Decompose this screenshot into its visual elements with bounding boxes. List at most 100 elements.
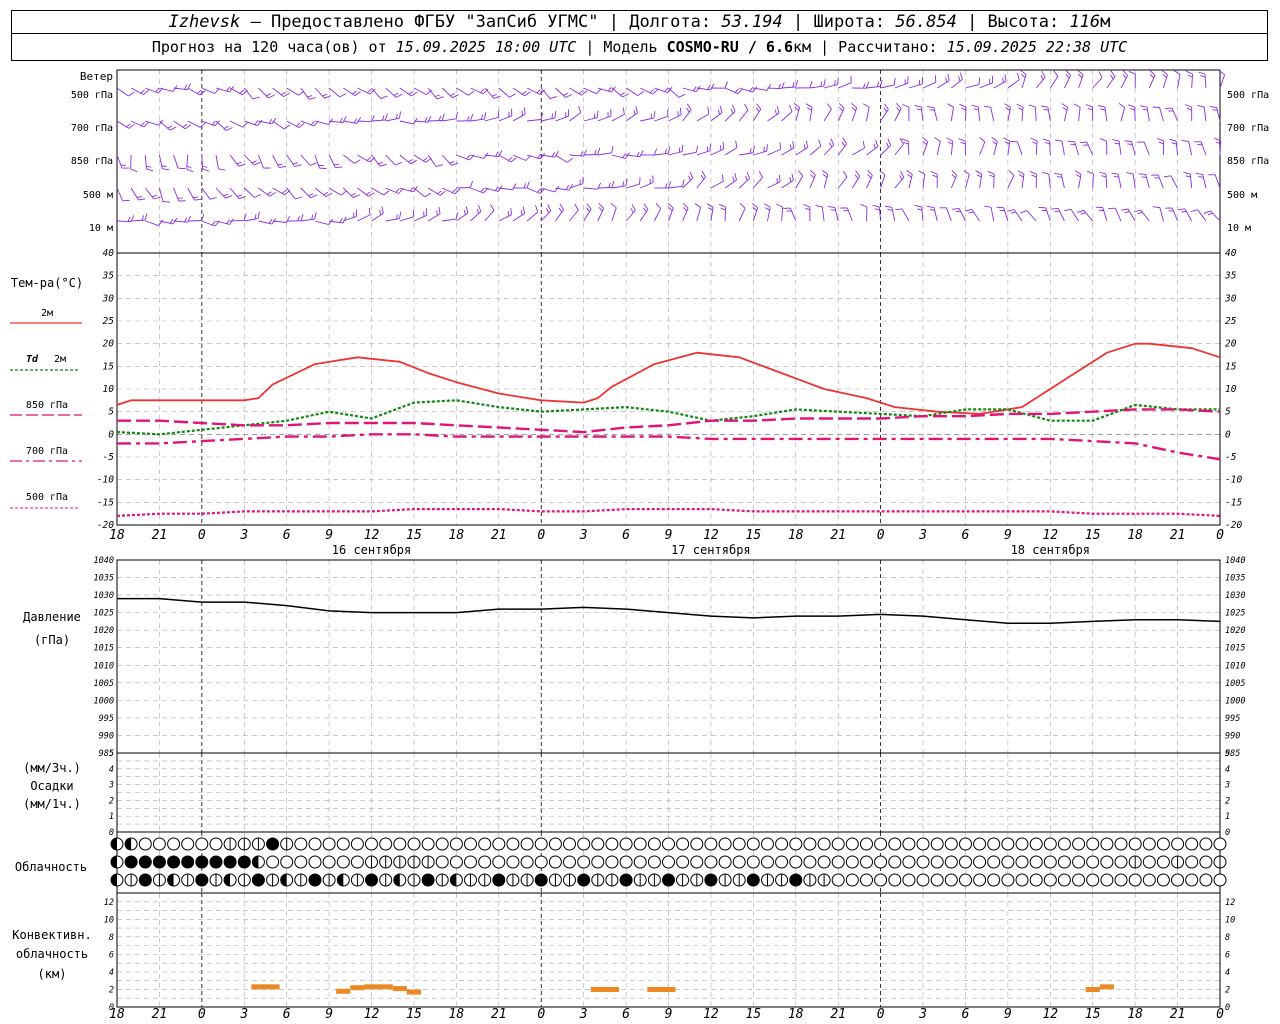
wind-barb-flag xyxy=(855,170,861,177)
wind-barb xyxy=(441,154,452,166)
wind-barb-flag xyxy=(1018,174,1024,178)
wind-barb-flag xyxy=(1122,74,1127,79)
wind-barb-flag xyxy=(412,209,415,217)
wind-barb xyxy=(144,154,147,169)
wind-barb-flag xyxy=(550,95,557,100)
wind-barb xyxy=(357,214,371,222)
wind-barb-flag xyxy=(807,107,812,111)
wind-barb xyxy=(555,154,568,163)
wind-barb-flag xyxy=(253,161,261,166)
wind-barb-flag xyxy=(127,216,131,222)
cloud-symbol xyxy=(1114,873,1128,887)
wind-barb-flag xyxy=(1152,206,1160,208)
wind-barb-flag xyxy=(677,111,679,117)
wind-barb xyxy=(427,154,437,167)
wind-barb-flag xyxy=(477,204,482,212)
wind-barb xyxy=(767,112,780,122)
wind-barb xyxy=(314,154,320,169)
wind-barb xyxy=(173,220,188,223)
cloud-symbol xyxy=(350,855,364,869)
wind-barb xyxy=(597,115,612,122)
wind-barb xyxy=(1007,175,1015,189)
legend-t2m-label: 2м xyxy=(41,308,53,319)
wind-barb-flag xyxy=(961,107,966,111)
wind-barb xyxy=(1021,106,1024,122)
temperature-ytick-left: -5 xyxy=(103,452,115,463)
wind-barb-flag xyxy=(1133,209,1141,213)
x-tick-label: 21 xyxy=(152,528,168,543)
temperature-ytick-right: 40 xyxy=(1225,248,1237,259)
wind-barb xyxy=(484,210,495,222)
precipitation-ytick-right: 2 xyxy=(1225,796,1230,806)
wind-barb xyxy=(654,115,668,122)
wind-barb-flag xyxy=(901,138,909,142)
wind-barb-flag xyxy=(793,103,800,108)
wind-barb-flag xyxy=(818,139,822,147)
precipitation-ytick-right: 5 xyxy=(1225,749,1230,759)
wind-barb-flag xyxy=(295,196,303,200)
cloud-symbol xyxy=(874,855,888,869)
wind-barb-flag xyxy=(731,104,736,112)
wind-barb xyxy=(385,187,399,194)
wind-barb xyxy=(1177,74,1181,89)
precipitation-ytick-right: 3 xyxy=(1224,781,1230,791)
wind-barb xyxy=(512,213,525,222)
wind-barb xyxy=(611,114,625,122)
pressure-ytick-left: 1025 xyxy=(94,609,114,619)
wind-barb-flag xyxy=(776,106,780,114)
wind-barb-flag xyxy=(451,162,459,166)
wind-barb xyxy=(413,214,427,222)
cloud-symbol xyxy=(831,837,845,851)
wind-barb-flag xyxy=(929,109,935,111)
wind-barb xyxy=(625,183,640,189)
wind-barb xyxy=(186,154,189,170)
cloud-symbol xyxy=(746,855,760,869)
wind-barb xyxy=(399,120,414,125)
cloud-symbol xyxy=(534,837,548,851)
wind-barb-flag xyxy=(536,188,542,193)
wind-barb-flag xyxy=(140,89,145,94)
wind-barb xyxy=(371,213,384,222)
wind-barb-flag xyxy=(378,161,384,165)
cloud-symbol xyxy=(902,837,916,851)
wind-barb-flag xyxy=(610,202,617,209)
cloud-symbol xyxy=(888,855,902,869)
wind-barb-flag xyxy=(706,203,714,208)
wind-barb-flag xyxy=(1099,138,1107,142)
wind-barb-flag xyxy=(151,194,157,198)
temperature-ytick-left: 40 xyxy=(103,248,115,259)
wind-barb xyxy=(1118,141,1122,156)
wind-barb-flag xyxy=(483,112,487,120)
wind-barb xyxy=(229,120,243,128)
cloud-symbol xyxy=(449,837,463,851)
wind-barb-flag xyxy=(718,203,726,208)
cloud-fill xyxy=(535,874,548,886)
x-tick-label: 21 xyxy=(830,1007,846,1022)
x-tick-label: 18 xyxy=(109,1007,125,1022)
wind-barb-flag xyxy=(1074,170,1082,175)
wind-barb-flag xyxy=(169,126,177,131)
wind-barb-flag xyxy=(469,180,474,188)
cloud-symbol xyxy=(973,855,987,869)
wind-barb-flag xyxy=(1110,74,1114,80)
pressure-ytick-right: 1005 xyxy=(1225,679,1245,689)
wind-barb xyxy=(583,117,598,122)
wind-barb-flag xyxy=(730,108,734,114)
wind-level-500hpa: 500 гПа xyxy=(71,90,113,101)
wind-barb-flag xyxy=(192,196,199,199)
wind-barb-flag xyxy=(749,87,754,92)
x-tick-label: 6 xyxy=(283,1007,291,1022)
wind-barb-flag xyxy=(126,123,131,128)
cloud-symbol xyxy=(407,837,421,851)
temp-title: Тем-ра(°C) xyxy=(11,276,83,290)
x-tick-label: 9 xyxy=(665,1007,673,1022)
wind-barb xyxy=(993,80,1007,89)
cloud-symbol xyxy=(860,855,873,869)
wind-barb xyxy=(541,117,555,122)
wind-barb-flag xyxy=(308,97,316,100)
wind-barb-flag xyxy=(1054,172,1062,175)
wind-barb xyxy=(328,154,336,168)
wind-barb-flag xyxy=(682,207,688,212)
pressure-ytick-left: 1030 xyxy=(94,591,114,601)
cloud-symbol xyxy=(888,873,902,887)
